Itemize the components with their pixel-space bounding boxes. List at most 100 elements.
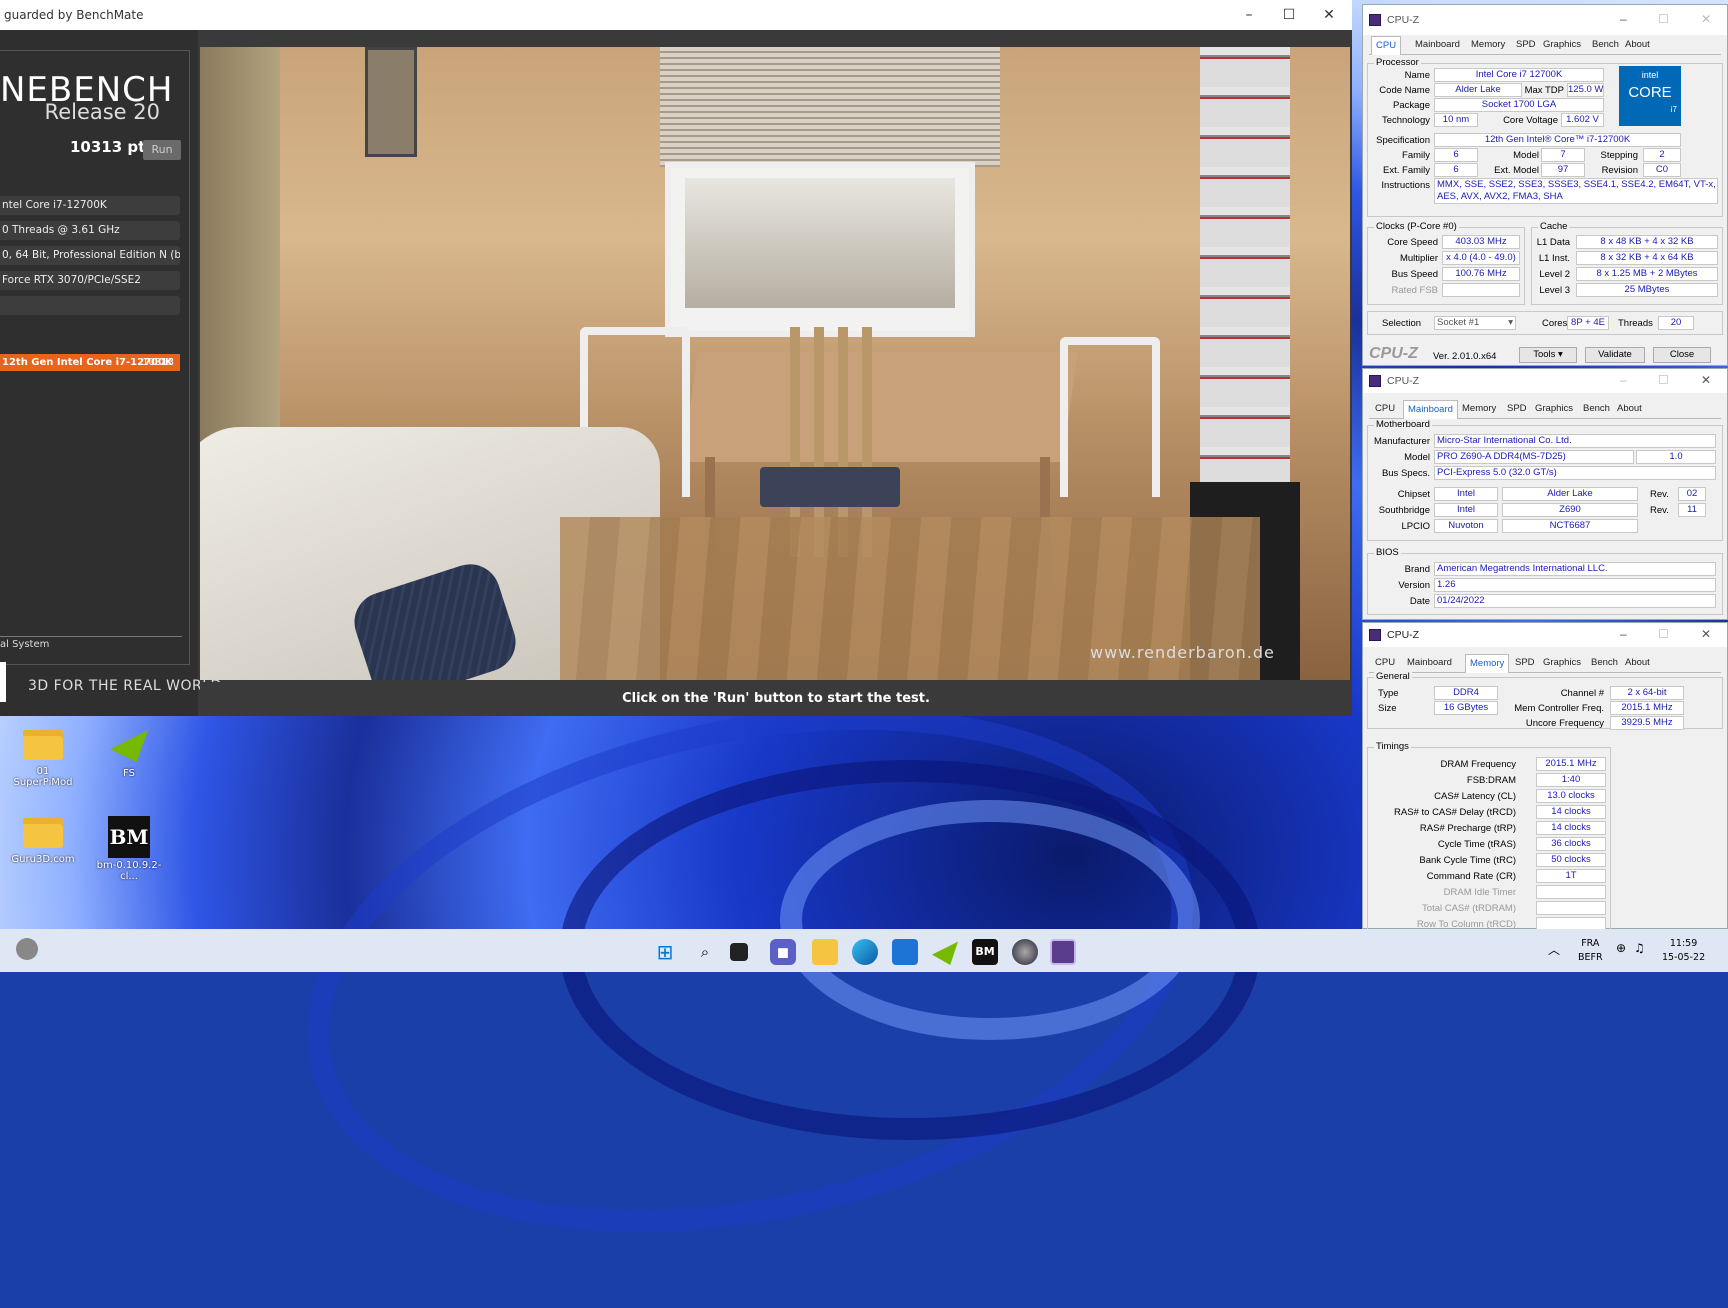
- timing-value: 2015.1 MHz: [1536, 757, 1606, 771]
- tab-graphics[interactable]: Graphics: [1543, 657, 1581, 668]
- close-button[interactable]: ✕: [1701, 12, 1711, 26]
- file-explorer-icon[interactable]: [812, 939, 838, 965]
- cpuz-logo: CPU-Z: [1369, 345, 1418, 362]
- tab-graphics[interactable]: Graphics: [1543, 39, 1581, 50]
- cinebench-window: guarded by BenchMate – ☐ ✕ NEBENCH Relea…: [0, 0, 1352, 716]
- tab-about[interactable]: About: [1617, 403, 1642, 414]
- package: Socket 1700 LGA: [1434, 98, 1604, 112]
- tab-cpu[interactable]: CPU: [1371, 36, 1402, 55]
- timing-label: DRAM Idle Timer: [1443, 887, 1516, 898]
- tab-bench[interactable]: Bench: [1592, 39, 1619, 50]
- desktop-icon-superpimod[interactable]: 01 SuperPiMod: [8, 730, 78, 788]
- tab-bench[interactable]: Bench: [1591, 657, 1618, 668]
- timing-label: DRAM Frequency: [1440, 759, 1517, 770]
- mb-revision: 1.0: [1636, 450, 1716, 464]
- code-name: Alder Lake: [1434, 83, 1522, 97]
- tab-about[interactable]: About: [1625, 657, 1650, 668]
- lpcio-vendor: Nuvoton: [1434, 519, 1498, 533]
- weather-icon[interactable]: [16, 938, 38, 960]
- maximize-button[interactable]: ☐: [1658, 627, 1669, 641]
- tab-spd[interactable]: SPD: [1507, 403, 1527, 414]
- maximize-button[interactable]: ☐: [1658, 12, 1669, 26]
- tab-memory[interactable]: Memory: [1471, 39, 1505, 50]
- tab-cpu[interactable]: CPU: [1375, 657, 1395, 668]
- close-button[interactable]: ✕: [1701, 627, 1711, 641]
- timing-value: 36 clocks: [1536, 837, 1606, 851]
- run-button[interactable]: Run: [143, 140, 181, 160]
- validate-button[interactable]: Validate: [1585, 347, 1645, 363]
- cache-group: Cache L1 Data 8 x 48 KB + 4 x 32 KB L1 I…: [1531, 221, 1723, 305]
- ranking-row[interactable]: 12th Gen Intel Core i7-12700K 10313: [0, 354, 180, 371]
- maximize-button[interactable]: ☐: [1658, 373, 1669, 387]
- tab-spd[interactable]: SPD: [1516, 39, 1536, 50]
- timing-label: CAS# Latency (CL): [1434, 791, 1516, 802]
- nvidia-icon[interactable]: [932, 941, 958, 965]
- desktop-icon-benchmate[interactable]: BM bm-0.10.9.2-cl...: [94, 816, 164, 882]
- cinebench-icon[interactable]: [1012, 939, 1038, 965]
- close-button[interactable]: ✕: [1701, 373, 1711, 387]
- taskbar: ⊞ ⌕ ◼ BM ︿ FRA BEFR ⊕ ♫ 11:59 15-05-22: [0, 929, 1728, 972]
- close-button[interactable]: ✕: [1306, 0, 1352, 30]
- language-indicator[interactable]: FRA BEFR: [1578, 937, 1603, 965]
- timing-value: 1:40: [1536, 773, 1606, 787]
- status-bar: Click on the 'Run' button to start the t…: [200, 682, 1352, 716]
- tab-graphics[interactable]: Graphics: [1535, 403, 1573, 414]
- minimize-button[interactable]: –: [1620, 12, 1627, 26]
- manufacturer: Micro-Star International Co. Ltd.: [1434, 434, 1716, 448]
- info-cpu: ntel Core i7-12700K: [0, 196, 180, 215]
- tab-mainboard[interactable]: Mainboard: [1415, 39, 1460, 50]
- socket-select[interactable]: Socket #1 ▾: [1434, 316, 1516, 330]
- store-icon[interactable]: [892, 939, 918, 965]
- cpuz-icon[interactable]: [1050, 939, 1076, 965]
- tab-cpu[interactable]: CPU: [1375, 403, 1395, 414]
- tools-button[interactable]: Tools ▾: [1519, 347, 1577, 363]
- desktop-icon-guru3d[interactable]: Guru3D.com: [8, 818, 78, 865]
- southbridge-rev: 11: [1678, 503, 1706, 517]
- search-icon[interactable]: ⌕: [692, 939, 718, 965]
- cores: 8P + 4E: [1567, 316, 1609, 330]
- tab-memory[interactable]: Memory: [1462, 403, 1496, 414]
- watermark: www.renderbaron.de: [1090, 643, 1275, 662]
- family: 6: [1434, 148, 1478, 162]
- window-title: guarded by BenchMate: [4, 8, 144, 22]
- tab-bench[interactable]: Bench: [1583, 403, 1610, 414]
- cpuz-tabs: CPU Mainboard Memory SPD Graphics Bench …: [1369, 653, 1721, 673]
- task-view-icon[interactable]: [730, 943, 748, 961]
- general-group: General Type DDR4 Channel # 2 x 64-bit S…: [1367, 671, 1723, 730]
- start-button[interactable]: ⊞: [652, 939, 678, 965]
- nvidia-icon: [110, 730, 148, 762]
- instructions: MMX, SSE, SSE2, SSE3, SSSE3, SSE4.1, SSE…: [1434, 178, 1718, 204]
- cinebench-titlebar: guarded by BenchMate – ☐ ✕: [0, 0, 1352, 30]
- close-app-button[interactable]: Close: [1653, 347, 1711, 363]
- table: [682, 352, 1078, 462]
- model: 7: [1541, 148, 1585, 162]
- edge-icon[interactable]: [852, 939, 878, 965]
- tab-about[interactable]: About: [1625, 39, 1650, 50]
- benchmate-icon[interactable]: BM: [972, 939, 998, 965]
- clock[interactable]: 11:59 15-05-22: [1662, 937, 1705, 965]
- tab-memory[interactable]: Memory: [1465, 654, 1510, 673]
- tab-mainboard[interactable]: Mainboard: [1403, 400, 1458, 419]
- timing-value: 14 clocks: [1536, 821, 1606, 835]
- ranking-score: 10313: [142, 357, 174, 368]
- tab-spd[interactable]: SPD: [1515, 657, 1535, 668]
- chipset-name: Alder Lake: [1502, 487, 1638, 501]
- clocks-group: Clocks (P-Core #0) Core Speed 403.03 MHz…: [1367, 221, 1525, 305]
- volume-icon[interactable]: ♫: [1634, 941, 1645, 955]
- cpuz-tabs: CPU Mainboard Memory SPD Graphics Bench …: [1369, 399, 1721, 419]
- mb-model: PRO Z690-A DDR4(MS-7D25): [1434, 450, 1634, 464]
- chevron-down-icon: ▾: [1558, 349, 1563, 360]
- minimize-button[interactable]: –: [1620, 373, 1627, 387]
- chevron-up-icon[interactable]: ︿: [1548, 941, 1560, 958]
- intel-core-i7-logo: intel CORE i7: [1619, 66, 1681, 126]
- desktop-icon-fs[interactable]: FS: [94, 730, 164, 779]
- chat-icon[interactable]: ◼: [770, 939, 796, 965]
- network-icon[interactable]: ⊕: [1616, 941, 1626, 955]
- motherboard-group: Motherboard Manufacturer Micro-Star Inte…: [1367, 419, 1723, 541]
- multiplier: x 4.0 (4.0 - 49.0): [1442, 251, 1520, 265]
- tab-mainboard[interactable]: Mainboard: [1407, 657, 1452, 668]
- benchmate-icon: BM: [108, 816, 150, 858]
- score-value: 10313 pts: [70, 138, 155, 156]
- minimize-button[interactable]: –: [1620, 627, 1627, 641]
- threads: 20: [1658, 316, 1694, 330]
